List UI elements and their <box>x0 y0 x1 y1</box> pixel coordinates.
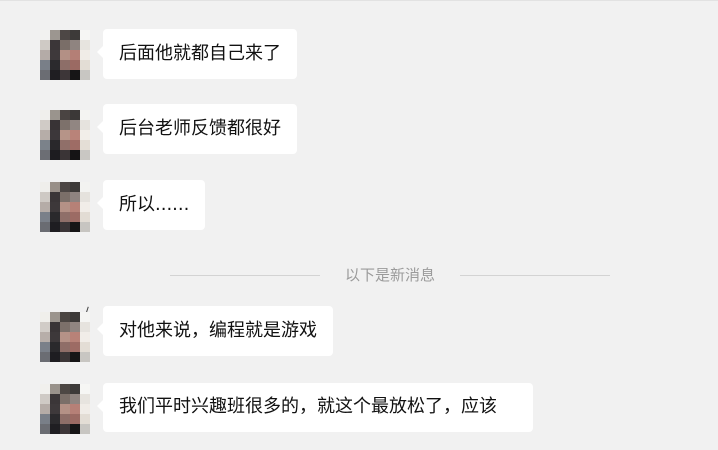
pixelated-avatar-icon <box>40 312 90 362</box>
top-divider-line <box>0 0 718 1</box>
avatar[interactable] <box>40 312 90 362</box>
message-bubble[interactable]: 后台老师反馈都很好 <box>97 104 297 154</box>
avatar[interactable] <box>40 30 90 80</box>
avatar[interactable] <box>40 110 90 160</box>
pixelated-avatar-icon <box>40 30 90 80</box>
pixelated-avatar-icon <box>40 384 90 434</box>
divider-line-right <box>460 275 610 276</box>
new-messages-label: 以下是新消息 <box>344 266 435 284</box>
chat-window: 后面他就都自己来了 后台老师反馈都很好 所以...... 以下是新消息 对他来说… <box>0 0 718 450</box>
avatar[interactable] <box>40 182 90 232</box>
pixelated-avatar-icon <box>40 182 90 232</box>
avatar[interactable] <box>40 384 90 434</box>
message-bubble[interactable]: 我们平时兴趣班很多的，就这个最放松了，应该 <box>97 383 533 432</box>
pixelated-avatar-icon <box>40 110 90 160</box>
message-bubble[interactable]: 后面他就都自己来了 <box>97 29 297 79</box>
new-messages-divider: 以下是新消息 <box>170 266 610 284</box>
divider-line-left <box>170 275 320 276</box>
message-bubble[interactable]: 所以...... <box>96 180 206 230</box>
message-bubble[interactable]: 对他来说，编程就是游戏 <box>97 306 333 356</box>
